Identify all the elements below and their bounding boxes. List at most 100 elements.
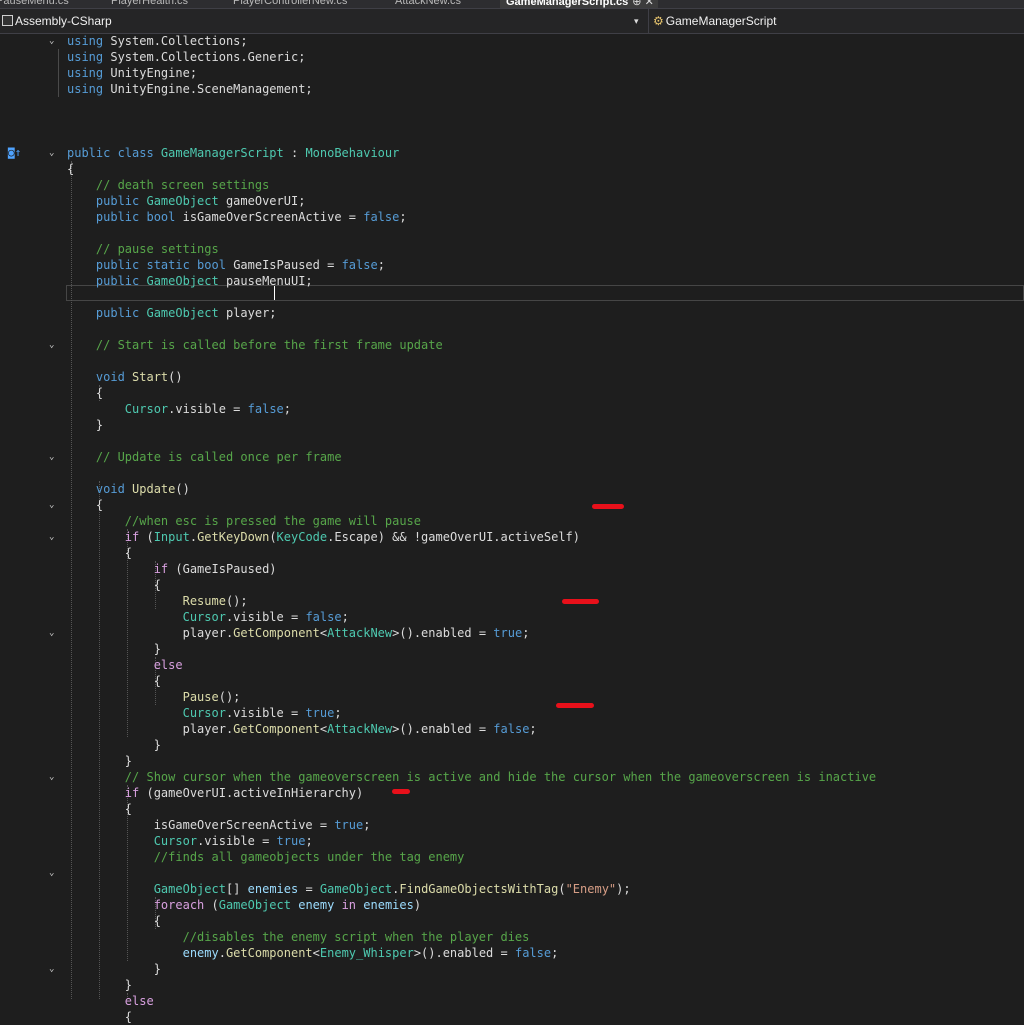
fold-chevron-icon[interactable]: ⌄	[49, 529, 57, 545]
code-line[interactable]: //finds all gameobjects under the tag en…	[67, 849, 465, 865]
close-icon[interactable]: ✕	[645, 0, 654, 8]
code-line[interactable]: player.GetComponent<AttackNew>().enabled…	[67, 625, 530, 641]
code-token: GameObject	[218, 898, 291, 912]
pin-icon[interactable]: ⊕	[632, 0, 641, 8]
code-line[interactable]: {	[67, 545, 132, 561]
code-token: ;	[283, 402, 291, 416]
code-line[interactable]: public static bool GameIsPaused = false;	[67, 257, 385, 273]
code-line[interactable]: Cursor.visible = true;	[67, 705, 342, 721]
code-token: if	[124, 786, 140, 800]
project-dropdown[interactable]: Assembly-CSharp	[0, 9, 648, 33]
code-line[interactable]: {	[67, 385, 103, 401]
code-line[interactable]: if (gameOverUI.activeInHierarchy)	[67, 785, 363, 801]
fold-chevron-icon[interactable]: ⌄	[49, 337, 57, 353]
code-line[interactable]: player.GetComponent<AttackNew>().enabled…	[67, 721, 537, 737]
fold-chevron-icon[interactable]: ⌄	[49, 497, 57, 513]
code-line[interactable]: isGameOverScreenActive = true;	[67, 817, 371, 833]
code-line[interactable]: //disables the enemy script when the pla…	[67, 929, 530, 945]
code-line[interactable]: Cursor.visible = false;	[67, 401, 291, 417]
code-line[interactable]: {	[67, 673, 161, 689]
fold-chevron-icon[interactable]: ⌄	[49, 769, 57, 785]
tab-gamemanagerscript[interactable]: GameManagerScript.cs ⊕ ✕	[500, 0, 658, 8]
code-token: {	[67, 914, 161, 928]
code-line[interactable]: {	[67, 161, 74, 177]
code-line[interactable]: {	[67, 577, 161, 593]
code-token: ;	[305, 834, 313, 848]
code-line[interactable]: using System.Collections.Generic;	[67, 49, 305, 65]
code-line[interactable]: // death screen settings	[67, 177, 269, 193]
code-line[interactable]: public class GameManagerScript : MonoBeh…	[67, 145, 399, 161]
code-line[interactable]: public GameObject gameOverUI;	[67, 193, 306, 209]
code-line[interactable]: Cursor.visible = true;	[67, 833, 313, 849]
code-token: isGameOverScreenActive =	[67, 818, 335, 832]
code-line[interactable]: // Start is called before the first fram…	[67, 337, 443, 353]
code-token: GameIsPaused =	[233, 258, 342, 272]
code-line[interactable]: void Update()	[67, 481, 190, 497]
code-token: .	[189, 530, 198, 544]
code-line[interactable]: Pause();	[67, 689, 241, 705]
fold-chevron-icon[interactable]: ⌄	[49, 449, 57, 465]
code-line[interactable]: using UnityEngine;	[67, 65, 197, 81]
code-line[interactable]: }	[67, 961, 161, 977]
code-line[interactable]: public bool isGameOverScreenActive = fal…	[67, 209, 407, 225]
code-line[interactable]: else	[67, 993, 154, 1009]
fold-chevron-icon[interactable]: ⌄	[49, 961, 57, 977]
code-line[interactable]: GameObject[] enemies = GameObject.FindGa…	[67, 881, 631, 897]
code-line[interactable]: public GameObject pauseMenuUI;	[67, 273, 313, 289]
tab-playercontrollernew[interactable]: PlayerControllerNew.cs	[233, 0, 347, 8]
code-line[interactable]: //when esc is pressed the game will paus…	[67, 513, 421, 529]
code-token: .	[218, 946, 226, 960]
code-line[interactable]: {	[67, 913, 161, 929]
code-line[interactable]: }	[67, 641, 161, 657]
code-token: using	[67, 82, 111, 96]
code-line[interactable]: }	[67, 977, 132, 993]
code-line[interactable]: Cursor.visible = false;	[67, 609, 349, 625]
code-line[interactable]: {	[67, 801, 132, 817]
code-token: pauseMenuUI;	[218, 274, 313, 288]
implementation-marker-icon[interactable]: ◙↑	[8, 145, 21, 161]
code-token: .visible =	[197, 834, 277, 848]
code-line[interactable]: if (GameIsPaused)	[67, 561, 277, 577]
code-token: false	[514, 946, 552, 960]
code-editor[interactable]: ⌄ using System.Collections; using System.C…	[0, 33, 1024, 1024]
code-line[interactable]: using System.Collections;	[67, 33, 248, 49]
fold-chevron-icon[interactable]: ⌄	[49, 33, 57, 49]
code-token: ;	[377, 258, 385, 272]
code-line[interactable]: {	[67, 497, 103, 513]
tab-pausemenu[interactable]: PauseMenu.cs	[0, 0, 69, 8]
tab-playerhealth[interactable]: PlayerHealth.cs	[111, 0, 188, 8]
code-line[interactable]: using UnityEngine.SceneManagement;	[67, 81, 313, 97]
code-line[interactable]: }	[67, 417, 103, 433]
fold-chevron-icon[interactable]: ⌄	[49, 145, 57, 161]
code-line[interactable]: if (Input.GetKeyDown(KeyCode.Escape) && …	[67, 529, 580, 545]
tab-attacknew[interactable]: AttackNew.cs	[395, 0, 461, 8]
class-dropdown[interactable]: ⚙ GameManagerScript	[648, 9, 776, 33]
code-token: (GameIsPaused)	[168, 562, 277, 576]
code-line[interactable]: public GameObject player;	[67, 305, 277, 321]
code-line[interactable]: foreach (GameObject enemy in enemies)	[67, 897, 421, 913]
code-line[interactable]: void Start()	[67, 369, 183, 385]
code-token: Pause	[182, 690, 219, 704]
fold-chevron-icon[interactable]: ⌄	[49, 625, 57, 641]
code-line[interactable]: else	[67, 657, 183, 673]
chevron-down-icon[interactable]: ▾	[634, 9, 639, 33]
fold-chevron-icon[interactable]: ⌄	[49, 865, 57, 881]
code-token: =	[298, 882, 320, 896]
code-token: enemies	[247, 882, 299, 896]
code-token: GetKeyDown	[197, 530, 270, 544]
code-line[interactable]: // pause settings	[67, 241, 219, 257]
code-line[interactable]: {	[67, 1009, 132, 1025]
code-token: ;	[551, 946, 559, 960]
code-line[interactable]: }	[67, 737, 161, 753]
code-token: {	[67, 162, 75, 176]
code-line[interactable]: Resume();	[67, 593, 248, 609]
code-line[interactable]: enemy.GetComponent<Enemy_Whisper>().enab…	[67, 945, 559, 961]
code-line[interactable]: }	[67, 753, 132, 769]
code-line[interactable]: // Update is called once per frame	[67, 449, 342, 465]
code-token: public	[95, 306, 147, 320]
code-token: System.Collections.Generic;	[110, 50, 306, 64]
code-line[interactable]: // Show cursor when the gameoverscreen i…	[67, 769, 876, 785]
